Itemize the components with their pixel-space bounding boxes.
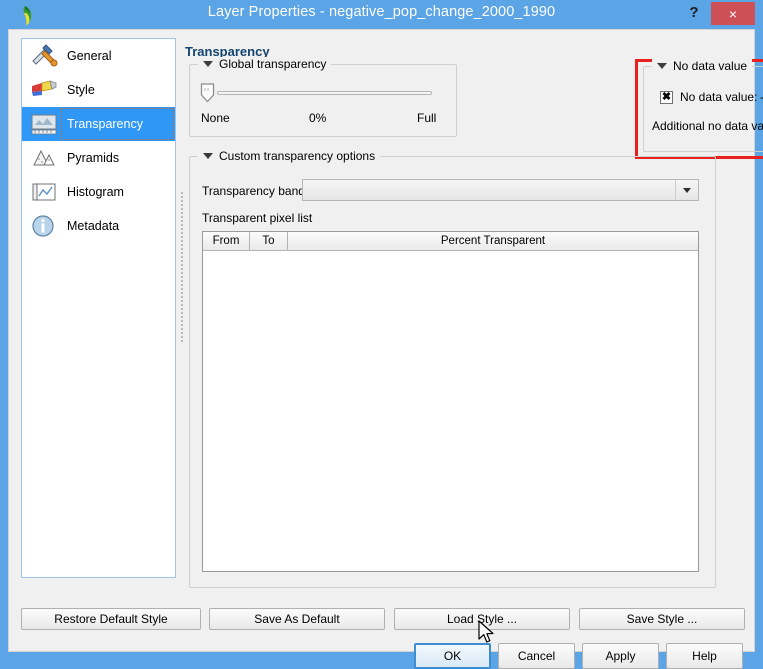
- sidebar-item-style[interactable]: Style: [22, 73, 175, 107]
- transparent-pixel-list-table[interactable]: From To Percent Transparent: [202, 231, 699, 572]
- sidebar-item-histogram[interactable]: Histogram: [22, 175, 175, 209]
- histogram-chart-icon: [27, 177, 61, 207]
- additional-no-data-value-label: Additional no data value: [652, 119, 763, 133]
- info-circle-icon: [27, 211, 61, 241]
- sidebar-item-label: Histogram: [67, 185, 124, 199]
- transparency-band-label: Transparency band: [202, 184, 305, 198]
- slider-label-value: 0%: [309, 111, 327, 125]
- global-transparency-group-header[interactable]: Global transparency: [198, 57, 332, 71]
- cancel-button[interactable]: Cancel: [498, 643, 575, 669]
- collapse-triangle-icon[interactable]: [203, 61, 213, 67]
- global-transparency-group-label: Global transparency: [219, 57, 327, 71]
- custom-transparency-options-group: Custom transparency options Transparency…: [189, 149, 716, 588]
- column-header-percent-transparent[interactable]: Percent Transparent: [288, 232, 698, 251]
- dialog-client-area: General Style Transparency Pyramids Hist…: [8, 29, 763, 669]
- load-style-button[interactable]: Load Style ...: [394, 608, 570, 630]
- focus-outline: [61, 108, 174, 140]
- titlebar-help-button[interactable]: ?: [677, 0, 711, 25]
- transparency-raster-icon: [27, 109, 61, 139]
- global-transparency-group: Global transparency None 0% Full: [189, 57, 457, 137]
- no-data-value-group: No data value ✖ No data value: -3.402823…: [643, 59, 763, 152]
- collapse-triangle-icon[interactable]: [203, 153, 213, 159]
- slider-label-none: None: [201, 111, 230, 125]
- sidebar-item-transparency[interactable]: Transparency: [22, 107, 175, 141]
- table-header-row: From To Percent Transparent: [203, 232, 698, 251]
- no-data-value-checkbox[interactable]: ✖: [660, 90, 673, 104]
- title-bar: Layer Properties - negative_pop_change_2…: [0, 0, 763, 29]
- pyramids-icon: [27, 143, 61, 173]
- no-data-value-checkbox-row[interactable]: ✖ No data value:: [660, 90, 757, 104]
- custom-transparency-group-header[interactable]: Custom transparency options: [198, 149, 381, 163]
- layer-properties-window: Layer Properties - negative_pop_change_2…: [0, 0, 763, 669]
- sidebar-item-metadata[interactable]: Metadata: [22, 209, 175, 243]
- transparency-band-select[interactable]: [302, 179, 699, 201]
- transparent-pixel-list-label: Transparent pixel list: [202, 211, 313, 225]
- sidebar-item-label: General: [67, 49, 112, 63]
- ok-button[interactable]: OK: [414, 643, 491, 669]
- global-transparency-slider-handle[interactable]: [200, 83, 215, 103]
- no-data-value-checkbox-label: No data value:: [680, 90, 758, 104]
- no-data-value-group-label: No data value: [673, 59, 748, 73]
- custom-transparency-group-label: Custom transparency options: [219, 149, 376, 163]
- apply-button[interactable]: Apply: [582, 643, 659, 669]
- hammer-wrench-icon: [27, 41, 61, 71]
- sidebar-item-label: Pyramids: [67, 151, 120, 165]
- column-header-from[interactable]: From: [203, 232, 250, 251]
- save-style-button[interactable]: Save Style ...: [579, 608, 745, 630]
- slider-label-full: Full: [417, 111, 437, 125]
- collapse-triangle-icon[interactable]: [657, 63, 667, 69]
- sidebar-item-label: Style: [67, 83, 95, 97]
- sidebar-item-label: Metadata: [67, 219, 120, 233]
- help-button[interactable]: Help: [666, 643, 743, 669]
- save-as-default-button[interactable]: Save As Default: [209, 608, 385, 630]
- global-transparency-slider-track[interactable]: [217, 91, 432, 95]
- chevron-down-icon[interactable]: [675, 180, 698, 200]
- column-header-to[interactable]: To: [250, 232, 288, 251]
- transparency-panel: Transparency Global transparency None 0%: [185, 38, 763, 598]
- restore-default-style-button[interactable]: Restore Default Style: [21, 608, 201, 630]
- properties-sidebar[interactable]: General Style Transparency Pyramids Hist…: [21, 38, 176, 578]
- sidebar-item-pyramids[interactable]: Pyramids: [22, 141, 175, 175]
- window-title: Layer Properties - negative_pop_change_2…: [207, 4, 556, 20]
- no-data-value-group-header[interactable]: No data value: [652, 59, 753, 73]
- sidebar-item-general[interactable]: General: [22, 39, 175, 73]
- titlebar-close-button[interactable]: ×: [711, 2, 755, 25]
- paintbrush-icon: [27, 75, 61, 105]
